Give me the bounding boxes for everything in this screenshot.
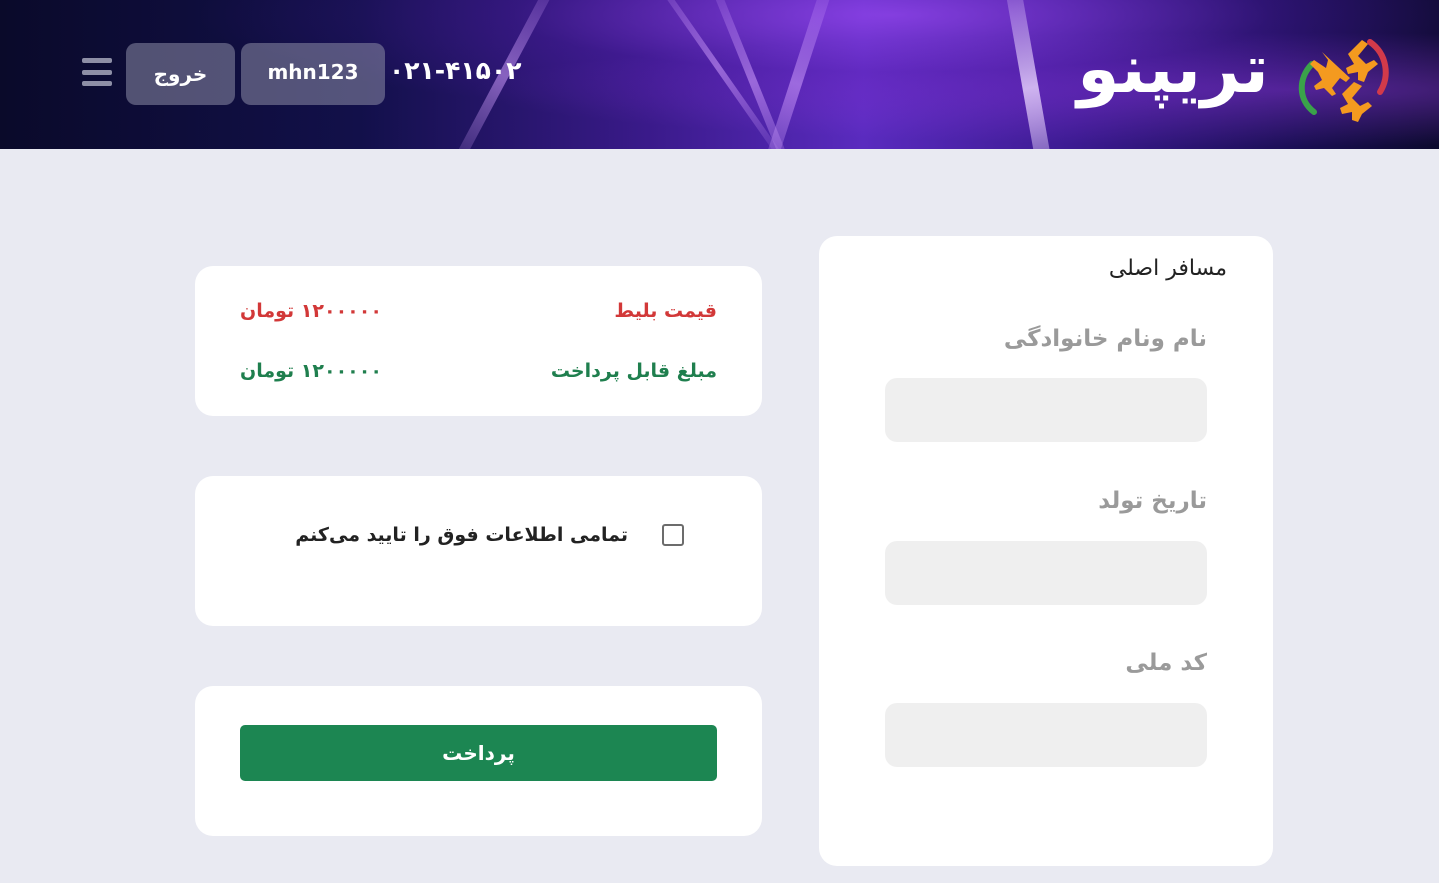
national-id-label: کد ملی [1125, 650, 1207, 676]
passenger-form-card: مسافر اصلی نام ونام خانوادگی تاریخ تولد … [819, 236, 1273, 866]
confirmation-card: تمامی اطلاعات فوق را تایید می‌کنم [195, 476, 762, 626]
decorative-beam [1000, 0, 1062, 149]
pay-button[interactable]: پرداخت [240, 725, 717, 781]
payable-amount-label: مبلغ قابل پرداخت [550, 360, 717, 382]
payable-amount-row: مبلغ قابل پرداخت ۱۲۰۰۰۰۰ تومان [240, 356, 717, 386]
airplanes-logo-icon[interactable] [1292, 30, 1392, 122]
brand-name[interactable]: تریپنو [1068, 20, 1278, 120]
ticket-price-value: ۱۲۰۰۰۰۰ تومان [240, 300, 382, 322]
support-phone: ۰۲۱-۴۱۵۰۲ [389, 56, 522, 85]
hamburger-menu-icon[interactable] [82, 58, 112, 86]
username-button[interactable]: mhn123 [241, 43, 385, 105]
confirm-checkbox[interactable] [662, 524, 684, 546]
ticket-price-row: قیمت بلیط ۱۲۰۰۰۰۰ تومان [240, 296, 717, 326]
decorative-beam [700, 0, 806, 149]
logout-button[interactable]: خروج [126, 43, 235, 105]
confirm-text: تمامی اطلاعات فوق را تایید می‌کنم [295, 524, 628, 546]
birth-date-input[interactable] [885, 541, 1207, 605]
payment-card: پرداخت [195, 686, 762, 836]
full-name-label: نام ونام خانوادگی [1003, 326, 1207, 352]
payable-amount-value: ۱۲۰۰۰۰۰ تومان [240, 360, 382, 382]
header-bar: خروج mhn123 ۰۲۱-۴۱۵۰۲ تریپنو [0, 0, 1439, 149]
confirm-row: تمامی اطلاعات فوق را تایید می‌کنم [295, 524, 684, 546]
full-name-input[interactable] [885, 378, 1207, 442]
national-id-input[interactable] [885, 703, 1207, 767]
birth-date-label: تاریخ تولد [1098, 488, 1207, 514]
passenger-section-title: مسافر اصلی [1108, 256, 1227, 281]
ticket-price-label: قیمت بلیط [614, 300, 717, 322]
price-summary-card: قیمت بلیط ۱۲۰۰۰۰۰ تومان مبلغ قابل پرداخت… [195, 266, 762, 416]
